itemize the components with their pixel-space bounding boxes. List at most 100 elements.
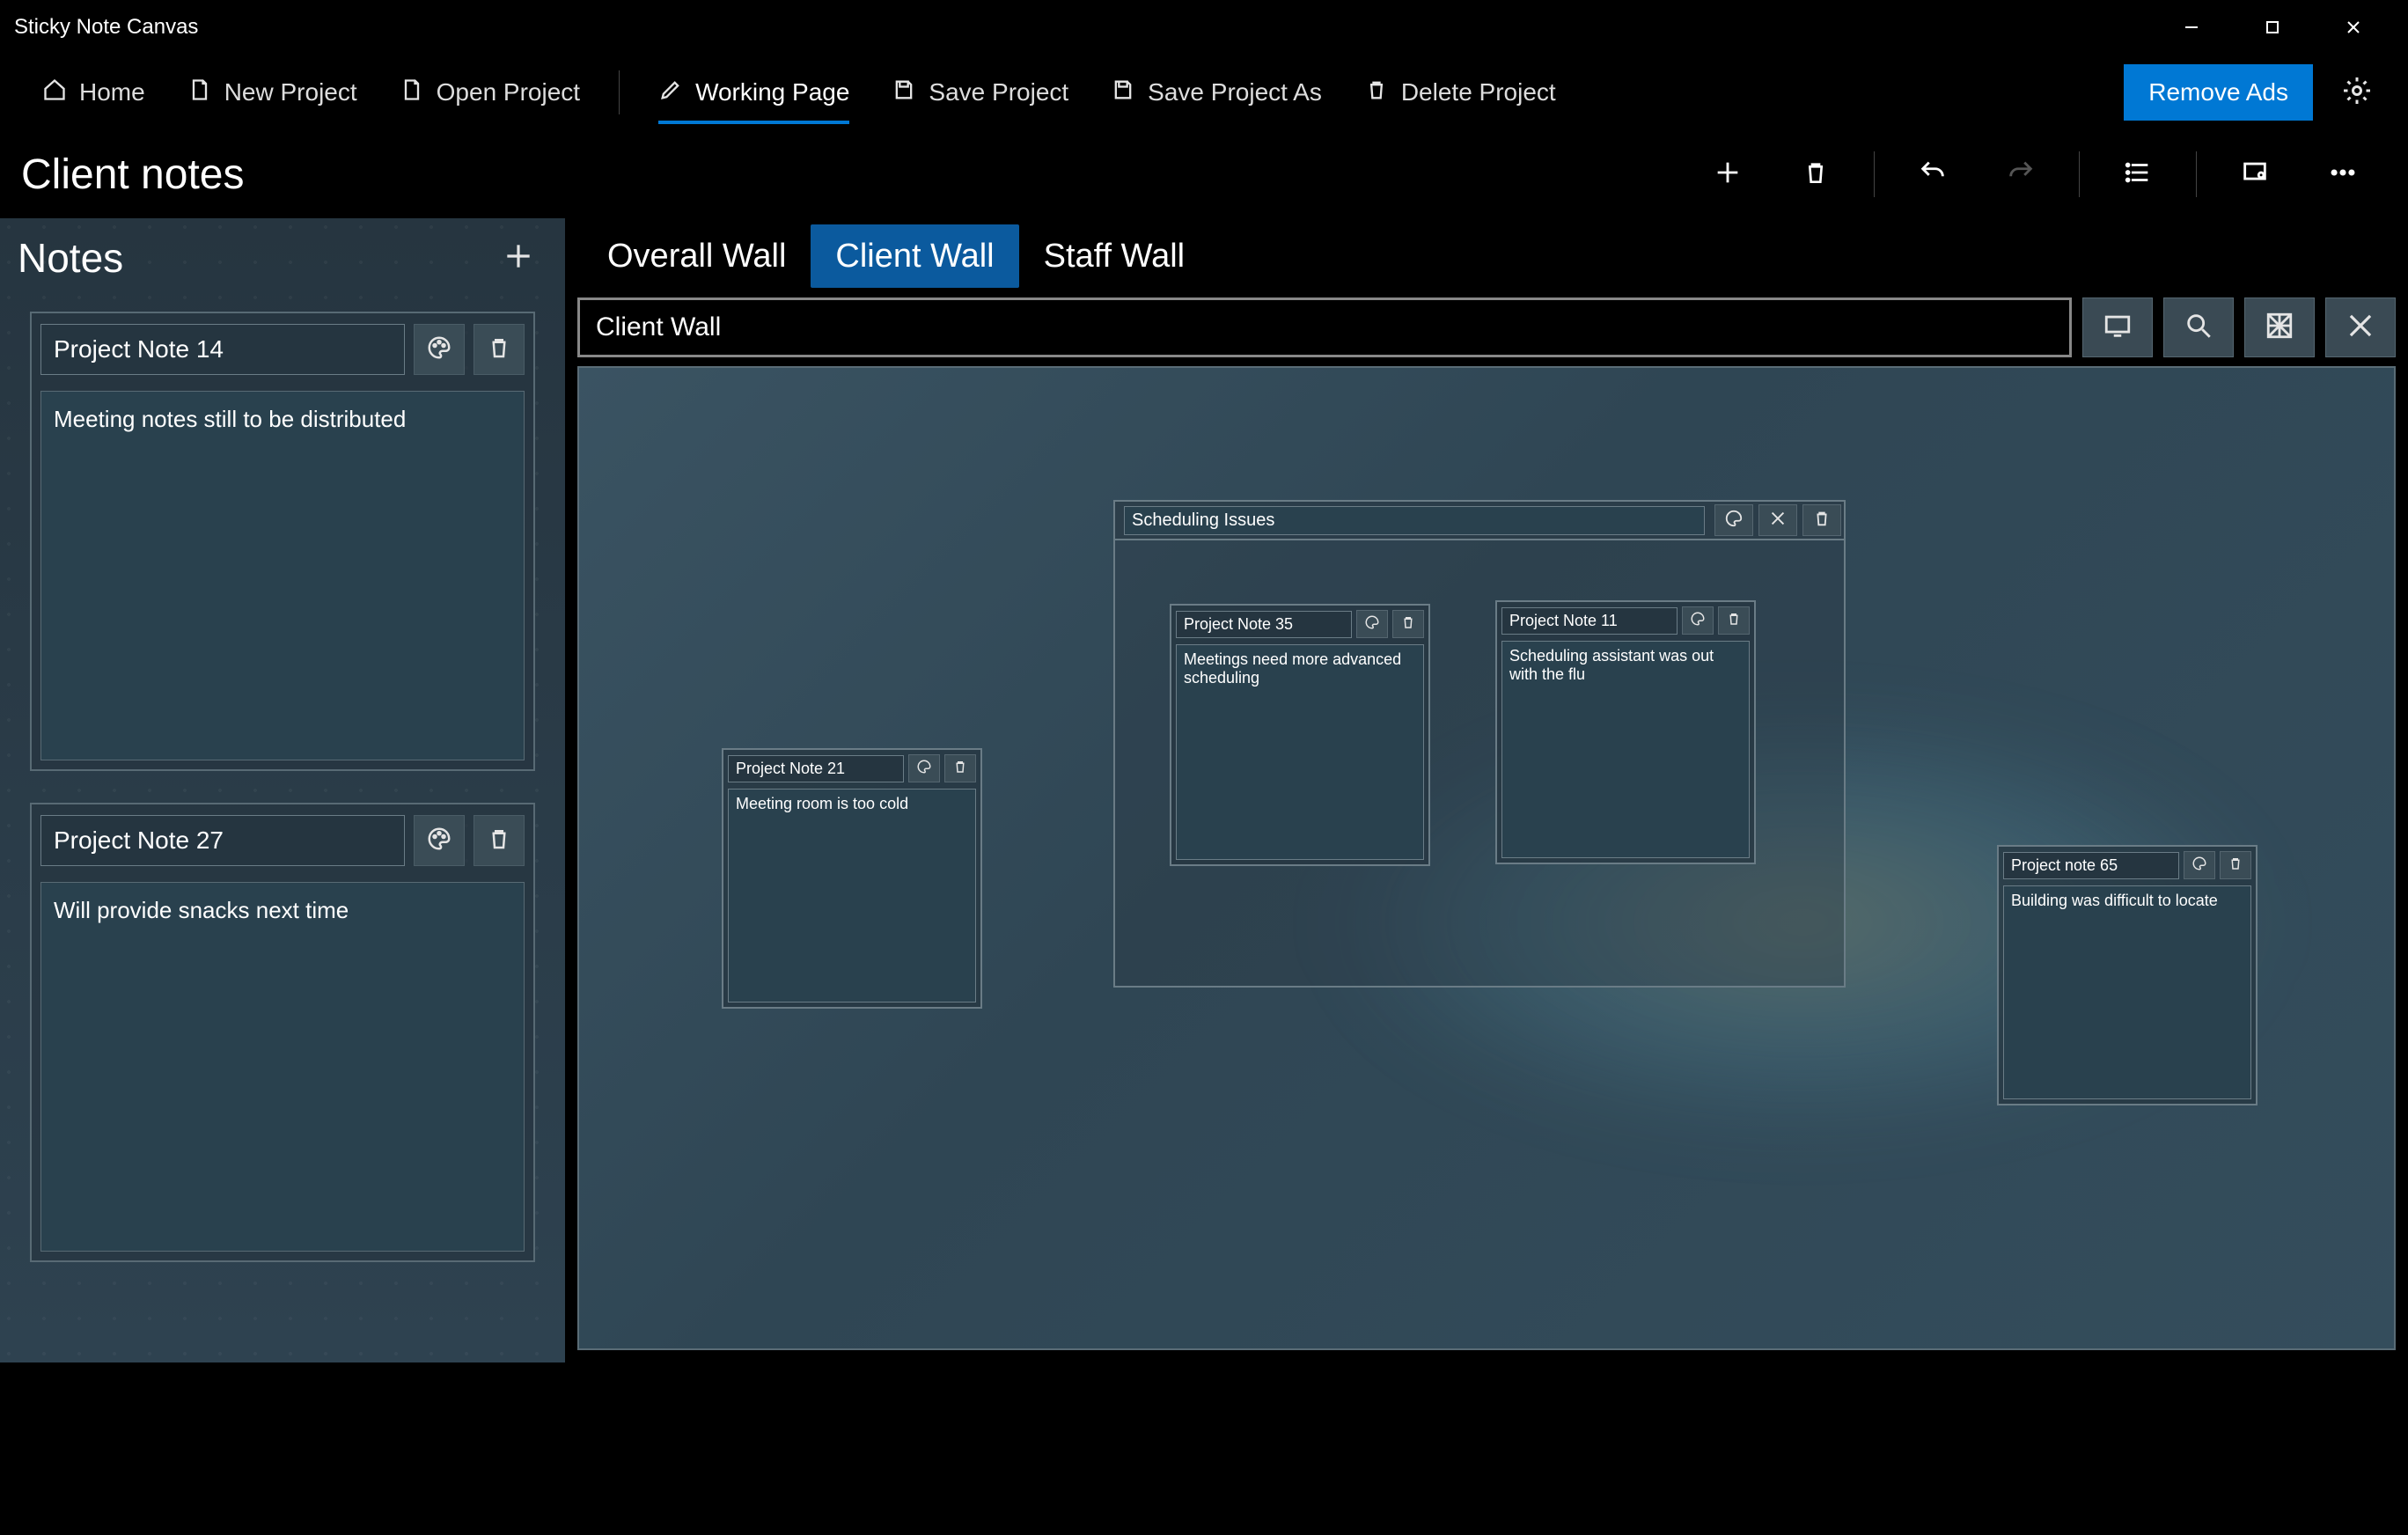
group-delete-button[interactable] [1802,504,1841,536]
close-icon [1768,509,1788,532]
canvas-note[interactable]: Project Note 11 Scheduling assistant was… [1495,600,1756,864]
undo-icon [1918,158,1948,192]
palette-icon [1724,509,1744,532]
main-area: Notes Project Note 14 Meeting notes stil… [0,218,2408,1362]
canvas-note-body[interactable]: Meeting room is too cold [728,789,976,1003]
canvas-note-body[interactable]: Building was difficult to locate [2003,885,2251,1099]
group-color-button[interactable] [1714,504,1753,536]
menu-working-page-label: Working Page [695,78,849,106]
canvas-note-title[interactable]: Project Note 35 [1176,611,1352,638]
menu-open-project[interactable]: Open Project [378,67,601,119]
tab-overall-wall[interactable]: Overall Wall [583,224,811,288]
canvas-note[interactable]: Project note 65 Building was difficult t… [1997,845,2258,1105]
palette-icon [916,759,932,779]
menu-save-project-as[interactable]: Save Project As [1090,67,1343,119]
home-icon [42,77,67,108]
app-title: Sticky Note Canvas [14,15,198,40]
screen-icon [2103,311,2133,345]
sidebar-header: Notes [0,218,565,301]
sidebar-note-title[interactable]: Project Note 14 [40,324,405,375]
group-header[interactable]: Scheduling Issues [1115,502,1844,540]
redo-button[interactable] [1977,143,2065,206]
file-open-icon [400,77,424,108]
menu-open-project-label: Open Project [437,78,580,106]
menu-save-project-as-label: Save Project As [1148,78,1322,106]
settings-button[interactable] [2327,62,2387,122]
add-sidebar-note-button[interactable] [493,232,544,283]
note-delete-button[interactable] [944,754,976,782]
trash-icon [486,334,512,365]
window-maximize-button[interactable] [2232,0,2313,55]
plus-icon [502,239,535,277]
menu-delete-project[interactable]: Delete Project [1343,67,1577,119]
sidebar-title: Notes [18,234,123,282]
note-group[interactable]: Scheduling Issues Project Note 35 [1113,500,1846,988]
list-icon [2123,158,2153,192]
canvas-note-body[interactable]: Meetings need more advanced scheduling [1176,644,1424,860]
delete-button[interactable] [1772,143,1860,206]
menu-new-project[interactable]: New Project [166,67,378,119]
wall-grid-button[interactable] [2244,297,2315,357]
canvas-note-title[interactable]: Project Note 21 [728,755,904,782]
menu-home-label: Home [79,78,145,106]
menu-save-project[interactable]: Save Project [870,67,1090,119]
sidebar-note-body[interactable]: Meeting notes still to be distributed [40,391,525,760]
note-color-button[interactable] [414,324,465,375]
save-icon [892,77,916,108]
note-color-button[interactable] [908,754,940,782]
menu-home[interactable]: Home [21,67,166,119]
note-delete-button[interactable] [1718,606,1750,635]
note-delete-button[interactable] [474,324,525,375]
wall-name-input[interactable]: Client Wall [577,297,2072,357]
trash-icon [2228,856,2243,876]
list-view-button[interactable] [2094,143,2182,206]
more-icon [2328,158,2358,192]
canvas[interactable]: Scheduling Issues Project Note 35 [577,366,2396,1350]
note-delete-button[interactable] [1392,610,1424,638]
tab-staff-wall[interactable]: Staff Wall [1019,224,1210,288]
notes-sidebar: Notes Project Note 14 Meeting notes stil… [0,218,565,1362]
sidebar-note-body[interactable]: Will provide snacks next time [40,882,525,1252]
presentation-button[interactable] [2211,143,2299,206]
redo-icon [2006,158,2036,192]
separator [1874,151,1875,197]
menubar: Home New Project Open Project Working Pa… [0,55,2408,130]
more-button[interactable] [2299,143,2387,206]
canvas-note-title[interactable]: Project note 65 [2003,852,2179,879]
palette-icon [1364,614,1380,635]
note-color-button[interactable] [2184,851,2215,879]
canvas-note[interactable]: Project Note 21 Meeting room is too cold [722,748,982,1009]
save-as-icon [1111,77,1135,108]
menu-separator [619,70,620,114]
wall-close-button[interactable] [2325,297,2396,357]
window-minimize-button[interactable] [2151,0,2232,55]
sidebar-note[interactable]: Project Note 27 Will provide snacks next… [30,803,535,1262]
note-delete-button[interactable] [474,815,525,866]
note-color-button[interactable] [1356,610,1388,638]
trash-icon [486,826,512,856]
remove-ads-button[interactable]: Remove Ads [2124,64,2313,121]
group-title[interactable]: Scheduling Issues [1124,506,1705,535]
presentation-icon [2240,158,2270,192]
undo-button[interactable] [1889,143,1977,206]
tab-client-wall[interactable]: Client Wall [811,224,1018,288]
canvas-note-body[interactable]: Scheduling assistant was out with the fl… [1501,641,1750,858]
wall-search-button[interactable] [2163,297,2234,357]
note-color-button[interactable] [414,815,465,866]
palette-icon [426,334,452,365]
menu-working-page[interactable]: Working Page [637,67,870,119]
note-delete-button[interactable] [2220,851,2251,879]
sidebar-note[interactable]: Project Note 14 Meeting notes still to b… [30,312,535,771]
wall-screen-button[interactable] [2082,297,2153,357]
wall-name-row: Client Wall [565,294,2408,366]
trash-icon [1364,77,1389,108]
add-note-button[interactable] [1684,143,1772,206]
palette-icon [1690,611,1706,631]
group-close-button[interactable] [1758,504,1797,536]
sidebar-note-title[interactable]: Project Note 27 [40,815,405,866]
trash-icon [1802,158,1830,191]
canvas-note-title[interactable]: Project Note 11 [1501,607,1678,635]
window-close-button[interactable] [2313,0,2394,55]
canvas-note[interactable]: Project Note 35 Meetings need more advan… [1170,604,1430,866]
note-color-button[interactable] [1682,606,1714,635]
